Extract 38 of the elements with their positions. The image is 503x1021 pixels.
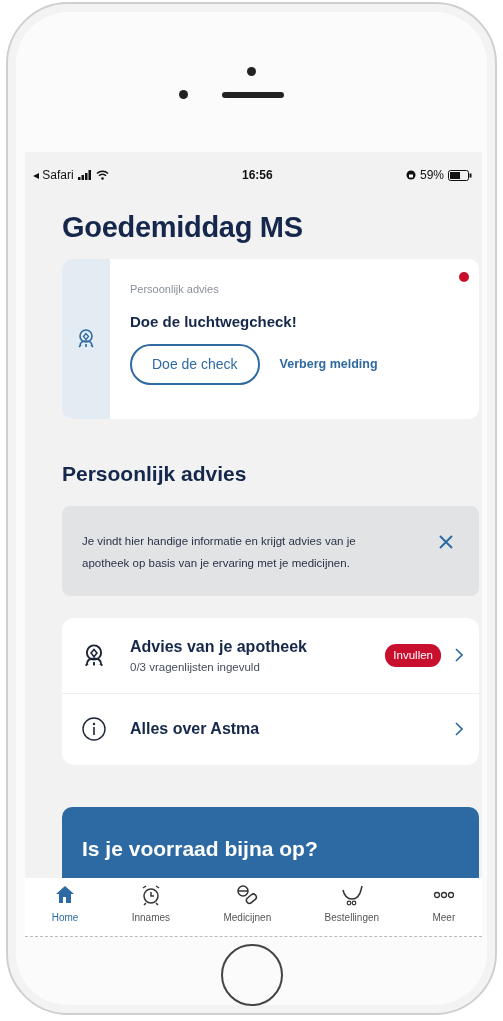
advisor-icon <box>76 328 96 350</box>
chevron-right-icon <box>455 722 463 737</box>
tab-item[interactable]: Medicijnen <box>221 884 274 925</box>
advisor-icon <box>82 643 106 668</box>
pills-icon <box>236 884 259 906</box>
item-title: Alles over Astma <box>130 719 261 740</box>
item-title: Advies van je apotheek <box>130 636 308 657</box>
notification-title: Doe de luchtwegcheck! <box>130 312 298 333</box>
promo-title: Is je voorraad bijna op? <box>82 836 319 862</box>
cart-icon <box>340 884 363 906</box>
status-pill: Invullen <box>385 643 441 668</box>
notification-category: Persoonlijk advies <box>130 281 220 297</box>
home-icon <box>54 884 76 906</box>
camera <box>247 67 256 76</box>
list-item[interactable]: Alles over Astma <box>62 693 479 765</box>
section-heading: Persoonlijk advies <box>62 460 248 486</box>
greeting-heading: Goedemiddag MS <box>62 210 304 245</box>
item-subtitle: 0/3 vragenlijsten ingevuld <box>130 659 261 675</box>
tab-item[interactable]: Home <box>49 884 81 925</box>
sensor <box>179 90 188 99</box>
close-icon <box>439 535 453 549</box>
rotation-lock-icon <box>406 170 416 180</box>
clock-time: 16:56 <box>242 167 273 184</box>
battery-icon <box>448 169 472 181</box>
wifi-icon <box>95 170 109 180</box>
info-icon <box>82 717 106 742</box>
battery-percentage: 59% <box>420 167 444 184</box>
hide-notification-link[interactable]: Verberg melding <box>275 350 382 378</box>
tab-item[interactable]: Innames <box>129 884 173 925</box>
chevron-right-icon <box>455 648 463 663</box>
back-link[interactable]: ◂ Safari <box>33 166 74 184</box>
tab-item[interactable]: Bestellingen <box>322 884 382 925</box>
list-item[interactable]: Advies van je apotheek 0/3 vragenlijsten ingevuld Invullen <box>62 618 479 693</box>
info-text: Je vindt hier handige informatie en krijgt advies van je apotheek op basis van je ervaring met je medicijnen. <box>82 534 357 571</box>
speaker <box>222 91 284 98</box>
check-button[interactable]: Doe de check <box>130 343 260 385</box>
tab-item[interactable]: Meer <box>430 884 458 925</box>
signal-icon <box>77 170 92 180</box>
